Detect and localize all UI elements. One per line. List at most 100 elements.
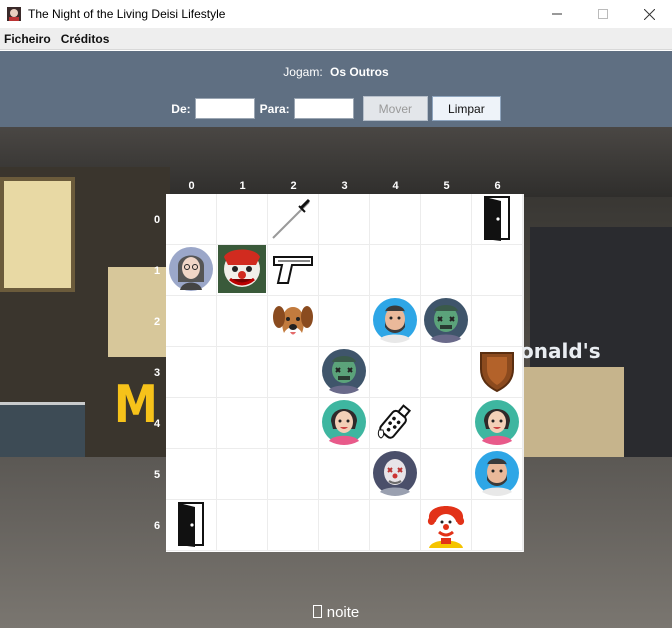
board-cell[interactable] [421,500,472,551]
row-label: 5 [153,469,161,481]
minimize-button[interactable] [534,0,580,28]
board-cell[interactable] [319,245,370,296]
board-cell[interactable] [319,449,370,500]
board-cell[interactable] [370,398,421,449]
bearded-man-avatar-icon [474,450,520,499]
board-cell[interactable] [421,296,472,347]
title-bar: The Night of the Living Deisi Lifestyle [0,0,672,28]
window-title: The Night of the Living Deisi Lifestyle [28,7,226,21]
board-cell[interactable] [472,194,523,245]
time-of-day: noite [326,604,360,621]
board-cell[interactable] [268,347,319,398]
board-cell[interactable] [268,245,319,296]
board-cell[interactable] [268,449,319,500]
pistol-icon [270,249,316,292]
column-label: 2 [290,180,297,192]
board-cell[interactable] [319,398,370,449]
board-cell[interactable] [472,500,523,551]
board-cell[interactable] [217,449,268,500]
row-label: 1 [153,265,161,277]
menu-bar: Ficheiro Créditos [0,28,672,50]
board-cell[interactable] [166,500,217,551]
board-cell[interactable] [166,449,217,500]
row-labels: 0 1 2 3 4 5 6 [150,194,164,551]
close-button[interactable] [626,0,672,28]
zombie-clown-icon [218,244,266,296]
board-cell[interactable] [472,449,523,500]
row-label: 3 [153,367,161,379]
board-cell[interactable] [217,347,268,398]
board-cell[interactable] [166,398,217,449]
board-cell[interactable] [421,398,472,449]
current-players: Jogam: Os Outros [0,65,672,79]
board-cell[interactable] [370,245,421,296]
human-avatar-icon [168,246,214,295]
board-cell[interactable] [421,245,472,296]
board-cell[interactable] [268,500,319,551]
board-cell[interactable] [217,194,268,245]
board-cell[interactable] [370,194,421,245]
door-icon [477,195,517,244]
menu-ficheiro[interactable]: Ficheiro [0,32,57,46]
minimize-icon [552,13,562,15]
column-label: 3 [341,180,348,192]
shield-icon [477,349,517,396]
board-cell[interactable] [421,347,472,398]
board-cell[interactable] [217,500,268,551]
board-cell[interactable] [217,398,268,449]
menu-creditos[interactable]: Créditos [57,32,116,46]
board-cell[interactable] [472,398,523,449]
board-cell[interactable] [217,244,268,296]
column-label: 4 [392,180,399,192]
maximize-button[interactable] [580,0,626,28]
board-cell[interactable] [319,194,370,245]
board-cell[interactable] [370,347,421,398]
maximize-icon [598,9,608,19]
from-input[interactable] [194,98,255,119]
board-cell[interactable] [472,347,523,398]
zombie-avatar-icon [321,348,367,397]
ronald-clown-icon [423,500,469,551]
players-label: Jogam: [283,65,323,79]
board-cell[interactable] [319,500,370,551]
board-cell[interactable] [166,296,217,347]
night-icon [312,605,322,618]
board-cell[interactable] [166,194,217,245]
board-cell[interactable] [370,296,421,347]
woman-avatar-icon [321,399,367,448]
clear-button[interactable]: Limpar [432,96,501,121]
board-cell[interactable] [472,296,523,347]
board-cell[interactable] [268,194,319,245]
column-label: 1 [239,180,246,192]
board-cell[interactable] [268,296,319,347]
board-cell[interactable] [268,398,319,449]
board-cell[interactable] [319,296,370,347]
control-panel: Jogam: Os Outros De: Para: Mover Limpar [0,51,672,127]
board-cell[interactable] [370,500,421,551]
board-cell[interactable] [166,245,217,296]
board-cell[interactable] [166,347,217,398]
woman-avatar-icon [474,399,520,448]
move-button[interactable]: Mover [362,96,429,121]
column-labels: 0 1 2 3 4 5 6 [166,180,523,192]
zombie-avatar-icon [423,297,469,346]
to-input[interactable] [293,98,354,119]
katana-icon [269,194,317,245]
storefront-sign: onald's [520,339,601,363]
column-label: 6 [494,180,501,192]
board-cell[interactable] [421,194,472,245]
players-value: Os Outros [330,65,389,79]
board-cell[interactable] [370,449,421,500]
app-icon [6,6,22,22]
board-cell[interactable] [217,296,268,347]
board-cell[interactable] [319,347,370,398]
dog-icon [270,297,316,346]
bearded-man-avatar-icon [372,297,418,346]
column-label: 0 [188,180,195,192]
board-cell[interactable] [472,245,523,296]
row-label: 0 [153,214,161,226]
row-label: 4 [153,418,161,430]
spray-bottle-icon [373,400,417,447]
board-cell[interactable] [421,449,472,500]
close-icon [643,8,655,20]
